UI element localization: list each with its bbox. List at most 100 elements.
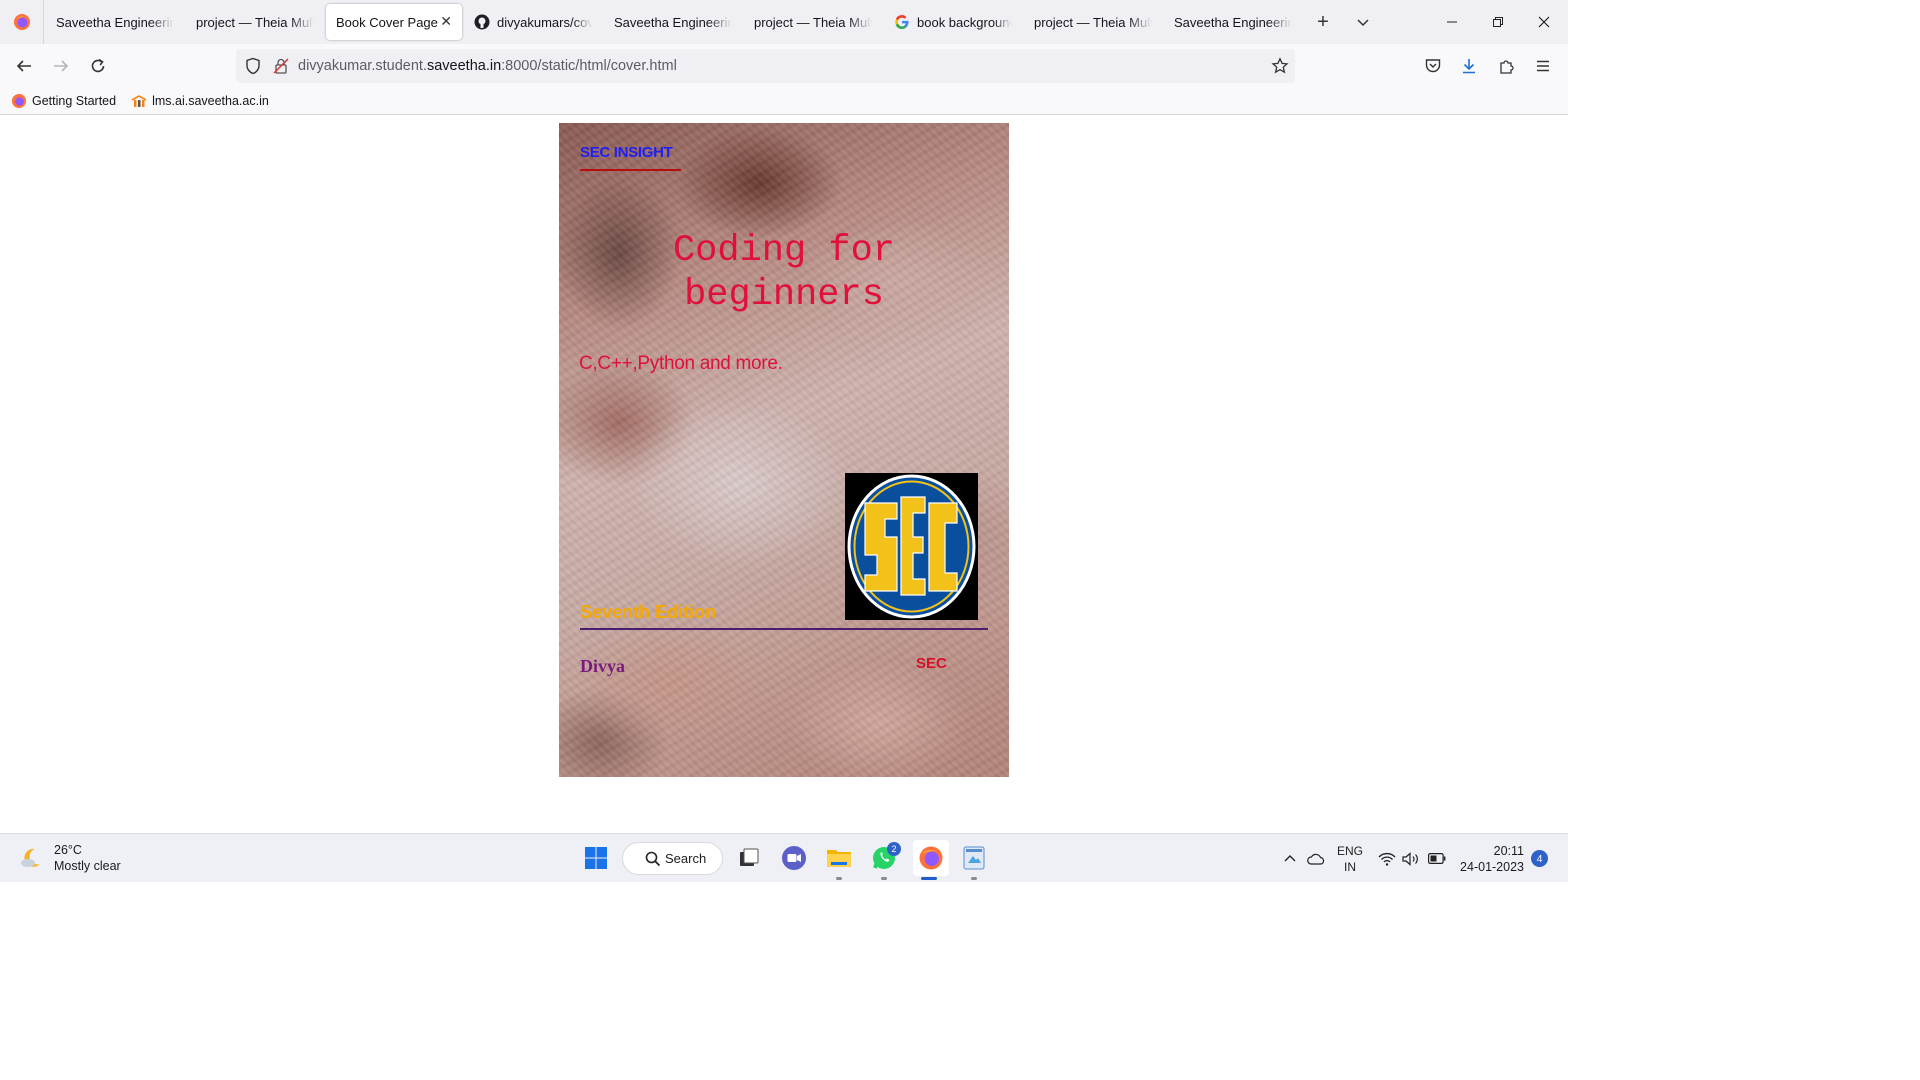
hamburger-menu-icon — [1537, 60, 1549, 72]
running-indicator — [971, 877, 977, 880]
extensions-button[interactable] — [1489, 48, 1525, 84]
start-button[interactable] — [580, 842, 612, 874]
firefox-icon — [13, 14, 30, 30]
url-bar[interactable]: divyakumar.student.saveetha.in:8000/stat… — [236, 49, 1295, 83]
book-title: Coding for beginners — [672, 230, 896, 316]
minimize-button[interactable] — [1429, 0, 1475, 44]
firefox-taskbar-button[interactable] — [913, 840, 949, 876]
star-icon[interactable] — [1271, 57, 1289, 75]
url-prefix: divyakumar.student. — [298, 58, 427, 74]
arrow-left-icon — [16, 60, 31, 72]
tab-theia-1[interactable]: project — Theia Multi — [186, 4, 324, 40]
book-subtitle: C,C++,Python and more. — [579, 353, 783, 374]
restore-button[interactable] — [1475, 0, 1521, 44]
tab-google[interactable]: book background — [884, 4, 1022, 40]
tab-book-cover[interactable]: Book Cover Page ✕ — [326, 4, 462, 40]
folder-icon — [827, 850, 851, 867]
teams-chat-button[interactable] — [778, 842, 810, 874]
weather-condition: Mostly clear — [54, 859, 121, 873]
wifi-icon — [1378, 852, 1396, 866]
reload-button[interactable] — [80, 48, 116, 84]
volume-button[interactable] — [1401, 834, 1421, 883]
battery-button[interactable] — [1426, 834, 1448, 883]
edition-label: Seventh Edition — [580, 602, 717, 622]
pocket-icon — [1425, 59, 1441, 73]
battery-icon — [1428, 853, 1446, 864]
url-text[interactable]: divyakumar.student.saveetha.in:8000/stat… — [298, 58, 677, 74]
new-tab-button[interactable]: + — [1303, 4, 1343, 40]
speaker-icon — [1402, 851, 1418, 866]
network-button[interactable] — [1377, 834, 1397, 883]
chevron-up-icon — [1284, 854, 1296, 861]
system-clock[interactable]: 20:11 24-01-2023 — [1458, 843, 1524, 875]
close-icon — [1538, 16, 1550, 28]
input-language-button[interactable]: ENG IN — [1333, 834, 1367, 883]
pocket-button[interactable] — [1415, 48, 1451, 84]
language-region: IN — [1344, 859, 1356, 874]
moodle-icon — [131, 95, 147, 107]
clock-date: 24-01-2023 — [1460, 860, 1524, 874]
close-icon[interactable]: ✕ — [440, 13, 452, 30]
publisher-underline — [580, 169, 681, 171]
bookmark-lms[interactable]: lms.ai.saveetha.ac.in — [131, 93, 269, 109]
task-view-button[interactable] — [733, 842, 765, 874]
taskbar-search[interactable]: Search — [622, 842, 723, 875]
file-explorer-button[interactable] — [823, 842, 855, 874]
bookmark-getting-started[interactable]: Getting Started — [11, 93, 116, 109]
page-content: SEC INSIGHT Coding for beginners C,C++,P… — [0, 116, 1568, 833]
camera-chat-icon — [782, 846, 806, 870]
cloud-icon — [1307, 853, 1325, 865]
bookmark-label: lms.ai.saveetha.ac.in — [152, 94, 269, 108]
shield-icon[interactable] — [244, 57, 262, 75]
navigation-toolbar: divyakumar.student.saveetha.in:8000/stat… — [0, 44, 1568, 88]
publisher-name: SEC INSIGHT — [580, 144, 673, 161]
running-indicator-active — [921, 877, 937, 880]
forward-button[interactable] — [43, 48, 79, 84]
tab-strip: Saveetha Engineering project — Theia Mul… — [0, 0, 1568, 44]
back-button[interactable] — [6, 48, 42, 84]
clock-time: 20:11 — [1493, 844, 1524, 858]
downloads-button[interactable] — [1451, 48, 1487, 84]
arrow-right-icon — [54, 60, 69, 72]
firefox-icon — [12, 94, 26, 108]
moon-cloud-icon — [21, 848, 40, 867]
bookmarks-toolbar: Getting Started lms.ai.saveetha.ac.in — [0, 88, 1568, 115]
sec-logo — [845, 473, 978, 620]
close-window-button[interactable] — [1521, 0, 1567, 44]
url-domain: saveetha.in — [426, 58, 502, 74]
firefox-icon — [919, 846, 943, 870]
onedrive-button[interactable] — [1305, 834, 1327, 883]
search-icon — [645, 851, 661, 867]
weather-widget[interactable]: 26°C Mostly clear — [18, 842, 121, 874]
tab-saveetha-1[interactable]: Saveetha Engineering — [46, 4, 184, 40]
google-icon — [895, 15, 909, 29]
author-name: Divya — [580, 656, 625, 676]
book-cover: SEC INSIGHT Coding for beginners C,C++,P… — [559, 123, 1009, 777]
tab-saveetha-3[interactable]: Saveetha Engineering — [1164, 4, 1302, 40]
tab-label: project — Theia Multi — [754, 14, 872, 30]
windows-taskbar: 26°C Mostly clear Search 2 ENG IN 20:11 … — [0, 833, 1568, 882]
plus-icon: + — [1317, 10, 1329, 33]
bookmark-label: Getting Started — [32, 94, 117, 108]
tab-label: divyakumars/cove — [497, 14, 592, 30]
tab-theia-2[interactable]: project — Theia Multi — [744, 4, 882, 40]
list-all-tabs-button[interactable] — [1343, 4, 1383, 40]
minimize-icon — [1447, 21, 1457, 23]
language-code: ENG — [1336, 843, 1363, 858]
running-indicator — [881, 877, 887, 880]
app-menu-button[interactable] — [1525, 48, 1561, 84]
tab-saveetha-2[interactable]: Saveetha Engineering — [604, 4, 742, 40]
show-hidden-icons-button[interactable] — [1280, 834, 1300, 883]
tab-label: project — Theia Multi — [196, 14, 314, 30]
tab-github[interactable]: divyakumars/cove — [464, 4, 602, 40]
task-view-icon — [740, 848, 759, 866]
paint-app-button[interactable] — [958, 842, 990, 874]
reload-icon — [91, 58, 105, 73]
tab-theia-3[interactable]: project — Theia Multi — [1024, 4, 1162, 40]
firefox-view-button[interactable] — [0, 0, 44, 44]
insecure-lock-icon[interactable] — [272, 57, 290, 75]
running-indicator — [836, 877, 842, 880]
tab-label: Book Cover Page — [336, 14, 438, 30]
notification-badge[interactable]: 4 — [1531, 850, 1548, 867]
sec-logo-emblem — [847, 474, 976, 619]
